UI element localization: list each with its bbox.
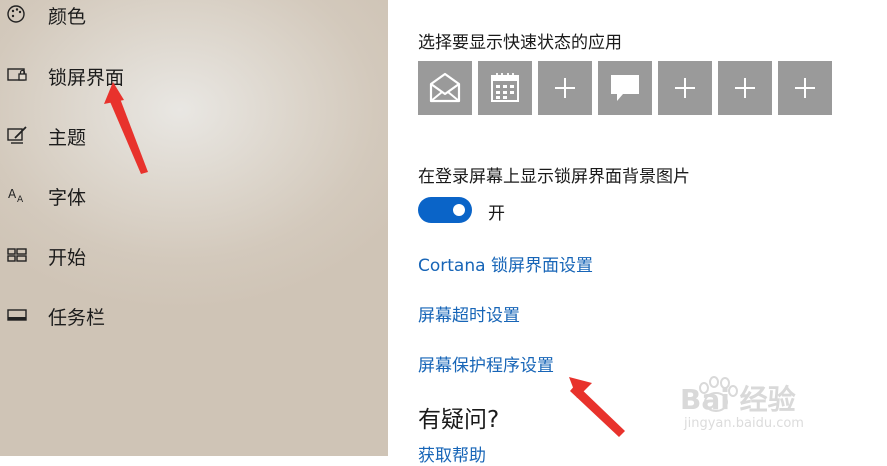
quick-status-tile-message[interactable] xyxy=(598,61,652,115)
font-icon: AA xyxy=(6,185,30,205)
quick-status-tile-add[interactable] xyxy=(538,61,592,115)
quick-status-tile-add[interactable] xyxy=(778,61,832,115)
sidebar-item-fonts[interactable]: AA 字体 xyxy=(0,173,388,217)
lock-background-heading: 在登录屏幕上显示锁屏界面背景图片 xyxy=(418,167,690,187)
sidebar-item-label: 开始 xyxy=(48,247,87,269)
plus-icon xyxy=(795,78,815,98)
sidebar-item-label: 主题 xyxy=(48,127,87,149)
plus-icon xyxy=(735,78,755,98)
cortana-lock-screen-settings-link[interactable]: Cortana 锁屏界面设置 xyxy=(418,251,593,276)
watermark-brand: Bai 经验 xyxy=(680,383,796,416)
sidebar-item-lock-screen[interactable]: 锁屏界面 xyxy=(0,53,388,97)
sidebar-item-label: 锁屏界面 xyxy=(48,67,125,89)
quick-status-tile-calendar[interactable] xyxy=(478,61,532,115)
theme-brush-icon xyxy=(6,125,30,145)
sidebar-item-label: 任务栏 xyxy=(48,307,106,329)
sidebar-item-colors[interactable]: 颜色 xyxy=(0,0,388,36)
sidebar-item-themes[interactable]: 主题 xyxy=(0,113,388,157)
get-help-link[interactable]: 获取帮助 xyxy=(418,441,486,466)
baidu-jingyan-watermark: Bai 经验 jingyan.baidu.com xyxy=(678,372,883,442)
svg-text:A: A xyxy=(8,187,17,201)
watermark-url: jingyan.baidu.com xyxy=(684,416,804,431)
plus-icon xyxy=(555,78,575,98)
help-section-title: 有疑问? xyxy=(418,407,500,433)
calendar-icon xyxy=(491,73,519,102)
quick-status-tile-mail[interactable] xyxy=(418,61,472,115)
lock-background-toggle[interactable] xyxy=(418,197,472,223)
quick-status-tile-add[interactable] xyxy=(718,61,772,115)
svg-text:A: A xyxy=(17,195,24,205)
sidebar-item-start[interactable]: 开始 xyxy=(0,233,388,277)
start-grid-icon xyxy=(6,245,30,265)
toggle-state-label: 开 xyxy=(488,204,505,224)
screen-saver-settings-link[interactable]: 屏幕保护程序设置 xyxy=(418,351,554,376)
settings-sidebar: 颜色 锁屏界面 主题 AA 字体 开始 任务栏 xyxy=(0,0,388,456)
taskbar-icon xyxy=(6,305,30,325)
screen-timeout-settings-link[interactable]: 屏幕超时设置 xyxy=(418,301,520,326)
lock-screen-settings-pane: 选择要显示快速状态的应用 在登录屏幕上显示锁屏界面背景图片 开 Cortana … xyxy=(388,0,887,466)
palette-icon xyxy=(6,4,30,24)
quick-status-tile-add[interactable] xyxy=(658,61,712,115)
toggle-knob xyxy=(453,204,465,216)
lock-screen-icon xyxy=(6,65,30,85)
plus-icon xyxy=(675,78,695,98)
sidebar-item-label: 颜色 xyxy=(48,6,87,28)
mail-icon xyxy=(429,72,461,103)
message-icon xyxy=(611,75,639,101)
sidebar-item-label: 字体 xyxy=(48,187,87,209)
sidebar-item-taskbar[interactable]: 任务栏 xyxy=(0,293,388,337)
quick-status-heading: 选择要显示快速状态的应用 xyxy=(418,33,622,53)
